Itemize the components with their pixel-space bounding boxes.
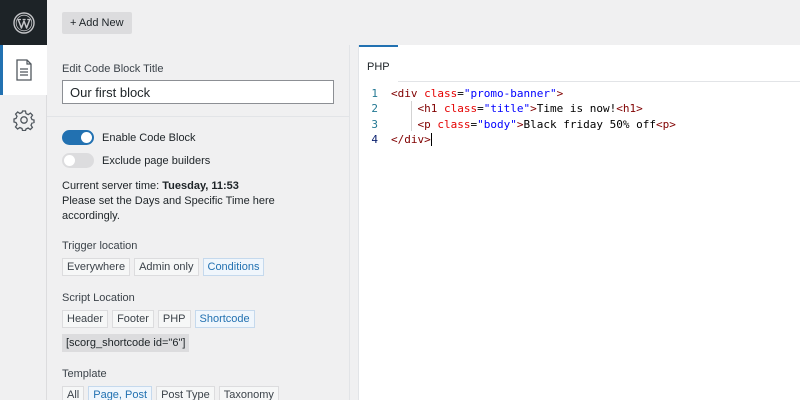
server-time-value: Tuesday, 11:53	[162, 180, 239, 192]
code-text: </div>	[391, 132, 432, 147]
exclude-page-builders-label: Exclude page builders	[102, 154, 211, 167]
server-time-info: Current server time: Tuesday, 11:53 Plea…	[62, 179, 334, 224]
option-taxonomy[interactable]: Taxonomy	[218, 386, 279, 400]
shortcode-value[interactable]: [scorg_shortcode id="6"]	[62, 334, 190, 352]
options-section: Enable Code Block Exclude page builders …	[47, 117, 349, 400]
line-number: 2	[371, 102, 378, 116]
document-icon[interactable]	[0, 45, 47, 95]
code-token: <h1>	[616, 102, 643, 116]
editor-tab-bar: PHP	[359, 45, 800, 82]
code-token: Time is now!	[536, 102, 617, 116]
enable-code-block-row: Enable Code Block	[62, 129, 334, 146]
option-everywhere[interactable]: Everywhere	[62, 258, 131, 276]
code-token: >	[530, 102, 537, 116]
code-line: 1 <div class="promo-banner">	[359, 86, 800, 101]
gear-icon[interactable]	[0, 95, 47, 145]
server-time-prefix: Current server time:	[62, 180, 163, 192]
code-token: Black friday 50% off	[523, 117, 656, 131]
code-token: =	[457, 87, 464, 100]
code-token: class	[437, 117, 471, 131]
code-editor: PHP 1 <div class="promo-banner"> 2 <h1 cla…	[358, 45, 800, 400]
code-area[interactable]: 1 <div class="promo-banner"> 2 <h1 class="…	[359, 82, 800, 147]
option-conditions[interactable]: Conditions	[202, 258, 265, 276]
code-token: =	[477, 102, 484, 116]
exclude-page-builders-row: Exclude page builders	[62, 152, 334, 169]
toggle-knob	[64, 155, 75, 166]
top-toolbar: + Add New	[47, 0, 800, 45]
code-token: >	[556, 87, 564, 100]
enable-code-block-label: Enable Code Block	[102, 131, 196, 144]
tab-php[interactable]: PHP	[359, 45, 398, 82]
code-token: "body"	[477, 117, 517, 131]
option-post-type[interactable]: Post Type	[156, 386, 215, 400]
code-token: <p	[417, 117, 438, 131]
option-php[interactable]: PHP	[157, 310, 191, 328]
exclude-page-builders-toggle[interactable]	[62, 153, 94, 168]
code-text: <h1 class="title">Time is now!<h1>	[391, 101, 643, 116]
line-number: 3	[371, 117, 378, 131]
title-field-label: Edit Code Block Title	[62, 63, 164, 75]
code-line: 4 </div>	[359, 132, 800, 147]
code-token: >	[516, 117, 524, 131]
option-page-post[interactable]: Page, Post	[88, 386, 153, 400]
code-token: <div	[391, 87, 425, 100]
code-text: <p class="body">Black friday 50% off<p>	[391, 117, 676, 132]
code-token: class	[444, 102, 478, 116]
script-location-options: Header Footer PHP Shortcode	[62, 310, 334, 328]
option-footer[interactable]: Footer	[112, 310, 154, 328]
option-header[interactable]: Header	[62, 310, 109, 328]
trigger-location-options: Everywhere Admin only Conditions	[62, 258, 334, 276]
code-token: "promo-banner"	[463, 87, 557, 100]
settings-panel: Edit Code Block Title Enable Code Block …	[47, 45, 350, 400]
template-title: Template	[62, 368, 107, 380]
code-token: class	[424, 87, 458, 100]
code-token: "title"	[483, 102, 531, 116]
option-admin-only[interactable]: Admin only	[134, 258, 199, 276]
admin-sidebar	[0, 0, 47, 400]
code-text: <div class="promo-banner">	[391, 86, 563, 101]
title-section: Edit Code Block Title	[47, 45, 349, 117]
option-shortcode[interactable]: Shortcode	[194, 310, 255, 328]
line-number: 4	[371, 132, 378, 146]
code-line: 2 <h1 class="title">Time is now!<h1>	[359, 101, 800, 116]
option-all[interactable]: All	[62, 386, 85, 400]
block-title-input[interactable]	[62, 80, 334, 104]
line-number: 1	[371, 87, 378, 100]
script-location-title: Script Location	[62, 292, 135, 304]
trigger-location-title: Trigger location	[62, 240, 138, 252]
code-token: <h1	[417, 102, 444, 116]
text-cursor	[430, 133, 432, 147]
indent-guide	[411, 101, 412, 131]
toggle-knob	[81, 132, 92, 143]
server-time-note: Please set the Days and Specific Time he…	[62, 195, 275, 222]
template-options: All Page, Post Post Type Taxonomy	[62, 386, 334, 400]
add-new-button[interactable]: + Add New	[62, 12, 132, 34]
enable-code-block-toggle[interactable]	[62, 130, 94, 145]
code-line: 3 <p class="body">Black friday 50% off<p…	[359, 117, 800, 132]
code-token: </div>	[391, 132, 431, 146]
code-token: <p>	[655, 117, 676, 131]
wordpress-logo-icon[interactable]	[0, 0, 47, 45]
